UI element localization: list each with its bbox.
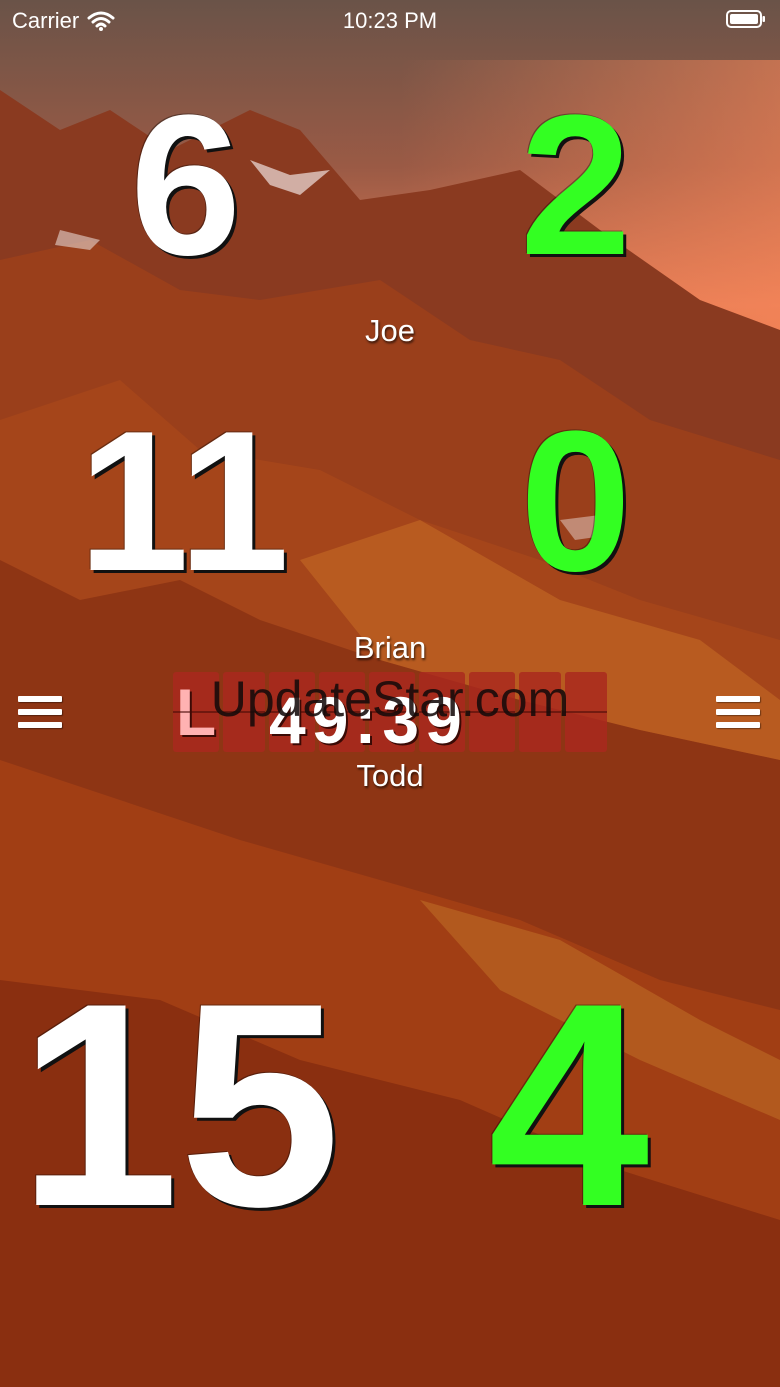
player-1-score[interactable]: 6 [130, 86, 241, 286]
timer-value: 49:39 [269, 683, 468, 757]
right-menu-button[interactable] [716, 696, 760, 732]
timer-cell [223, 672, 265, 752]
player-2-name[interactable]: Brian [0, 630, 780, 666]
player-2-secondary-score[interactable]: 0 [520, 402, 631, 602]
timer-prefix: L [175, 675, 217, 749]
timer-cell: L [173, 672, 219, 752]
battery-icon [726, 10, 765, 28]
status-clock: 10:23 PM [342, 8, 438, 33]
player-1-secondary-score[interactable]: 2 [520, 86, 631, 286]
player-3-name[interactable]: Todd [0, 758, 780, 794]
player-1-name[interactable]: Joe [0, 313, 780, 349]
player-3-secondary-score[interactable]: 4 [488, 960, 649, 1250]
timer-cell [519, 672, 561, 752]
player-3-score[interactable]: 15 [18, 960, 341, 1250]
status-bar: Carrier 10:23 PM [0, 0, 780, 40]
player-2-score[interactable]: 11 [78, 402, 289, 602]
left-menu-button[interactable] [18, 696, 62, 732]
timer-cell [565, 672, 607, 752]
